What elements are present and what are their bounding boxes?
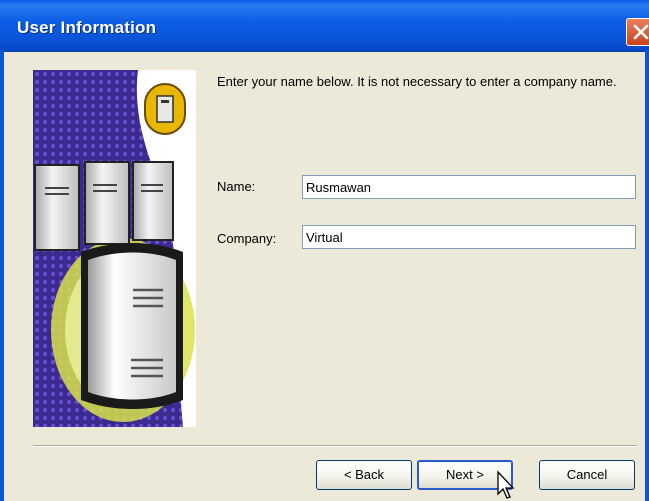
close-button[interactable] (626, 18, 649, 46)
window-frame-right (645, 50, 649, 501)
separator (33, 445, 637, 447)
window-frame-left (0, 50, 4, 501)
company-label: Company: (217, 231, 277, 246)
cancel-button[interactable]: Cancel (539, 460, 635, 490)
title-bar[interactable]: User Information (0, 0, 649, 52)
server-icon (33, 70, 196, 427)
wizard-artwork (33, 70, 196, 427)
close-icon (633, 24, 649, 40)
mouse-pointer-icon (497, 470, 515, 499)
name-field[interactable] (302, 175, 636, 199)
name-label: Name: (217, 179, 256, 194)
company-field[interactable] (302, 225, 636, 249)
intro-text: Enter your name below. It is not necessa… (217, 74, 617, 89)
back-button[interactable]: < Back (316, 460, 412, 490)
window-title: User Information (17, 18, 157, 37)
